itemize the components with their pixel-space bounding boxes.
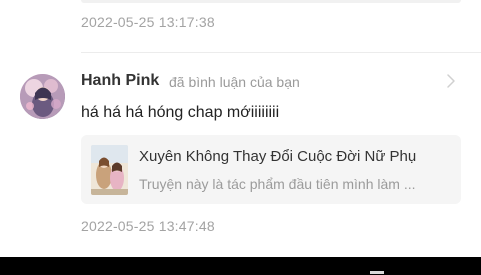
previous-timestamp: 2022-05-25 13:17:38 — [81, 14, 215, 30]
comment-timestamp: 2022-05-25 13:47:48 — [81, 218, 215, 234]
divider — [81, 52, 481, 53]
nav-back-icon[interactable] — [100, 271, 110, 275]
system-navigation-bar — [0, 257, 481, 275]
avatar[interactable] — [20, 74, 65, 119]
chevron-right-icon[interactable] — [444, 72, 458, 90]
previous-story-card[interactable] — [81, 0, 461, 3]
story-description: Truyện này là tác phẩm đầu tiên mình làm… — [139, 176, 416, 192]
user-name[interactable]: Hanh Pink — [81, 72, 159, 90]
nav-home-icon[interactable] — [235, 271, 247, 275]
notification-screen: 2022-05-25 13:17:38 Hanh Pink đã bình lu… — [0, 0, 481, 275]
action-text: đã bình luận của bạn — [169, 74, 300, 90]
avatar-image — [20, 74, 65, 119]
comment-text: há há há hóng chap mớiiiiiiii — [81, 104, 280, 121]
story-title: Xuyên Không Thay Đổi Cuộc Đời Nữ Phụ — [139, 148, 417, 165]
nav-recents-icon[interactable] — [370, 271, 384, 274]
story-card[interactable]: Xuyên Không Thay Đổi Cuộc Đời Nữ Phụ Tru… — [81, 135, 461, 204]
story-cover-image — [91, 145, 128, 195]
